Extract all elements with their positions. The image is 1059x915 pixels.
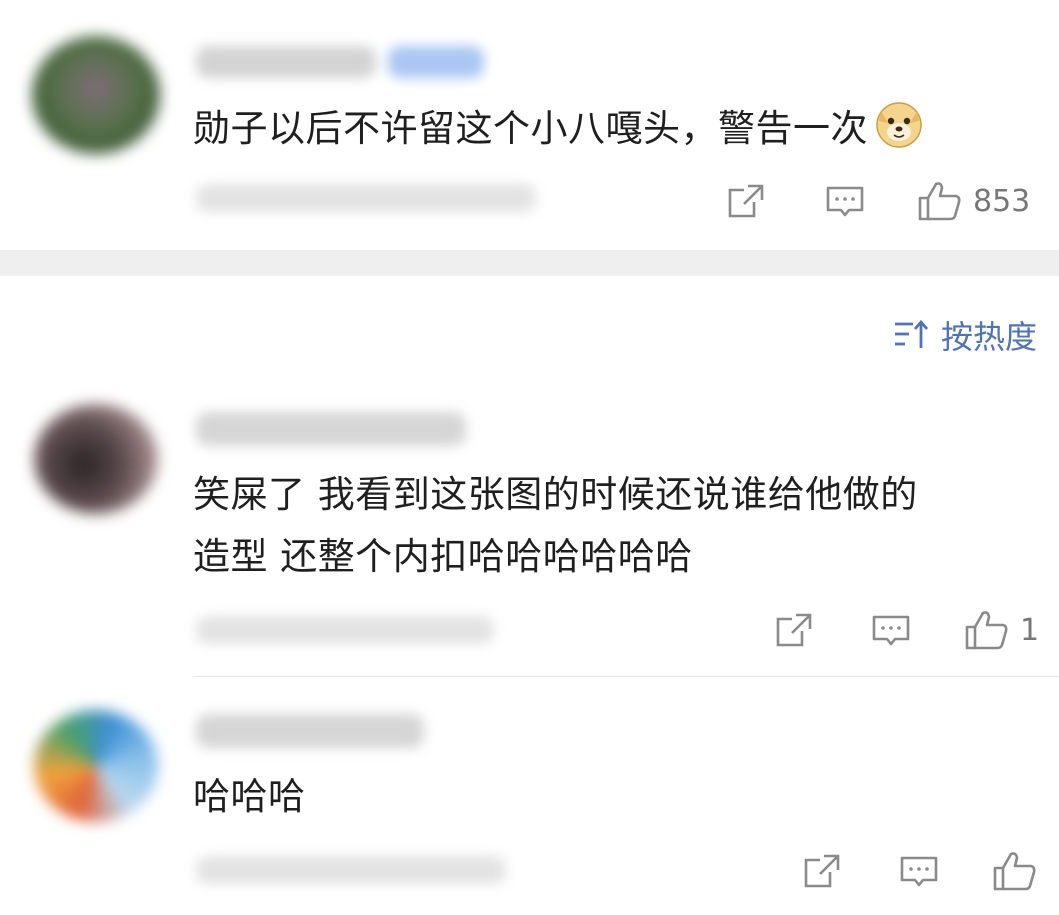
doge-emoji-icon (876, 102, 922, 148)
sort-label: 按热度 (940, 318, 1037, 356)
thumbs-up-icon (918, 182, 961, 221)
comment-body: 勋子以后不许留这个小八嘎头，警告一次 (193, 107, 868, 150)
like-count: 853 (973, 183, 1031, 219)
username-blurred[interactable] (196, 714, 424, 748)
share-icon (776, 613, 812, 647)
comment-body: 哈哈哈 (193, 775, 306, 818)
comment-text: 笑屎了 我看到这张图的时候还说谁给他做的 造型 还整个内扣哈哈哈哈哈哈 (193, 464, 918, 588)
timestamp-blurred (196, 856, 506, 884)
username-blurred[interactable] (196, 412, 466, 446)
timestamp-blurred (196, 616, 494, 644)
sort-icon (894, 319, 929, 348)
username-blurred[interactable] (196, 46, 376, 78)
comment-icon (826, 186, 864, 217)
comment-body-line-1: 笑屎了 我看到这张图的时候还说谁给他做的 (193, 473, 918, 516)
share-icon (804, 854, 840, 888)
comment-body-line-2: 造型 还整个内扣哈哈哈哈哈哈 (193, 535, 693, 578)
thumbs-up-icon (965, 611, 1008, 650)
share-button[interactable] (802, 852, 842, 890)
reply-button[interactable] (825, 184, 865, 222)
like-button[interactable]: 1 (964, 609, 1039, 651)
comment-text: 勋子以后不许留这个小八嘎头，警告一次 (193, 98, 924, 160)
avatar[interactable] (32, 36, 160, 154)
like-count: 1 (1020, 612, 1040, 648)
user-badge-blurred (388, 46, 484, 78)
section-divider (0, 250, 1059, 276)
avatar[interactable] (34, 404, 158, 514)
reply-button[interactable] (899, 854, 939, 892)
share-icon (728, 184, 764, 218)
comment-icon (872, 615, 910, 646)
reply-button[interactable] (871, 613, 911, 651)
like-button[interactable] (992, 850, 1048, 892)
timestamp-blurred (196, 184, 536, 212)
thumbs-up-icon (993, 852, 1036, 891)
share-button[interactable] (774, 611, 814, 649)
comment-icon (900, 856, 938, 887)
like-button[interactable]: 853 (917, 180, 1030, 222)
sort-button[interactable]: 按热度 (893, 312, 1037, 358)
comment-text: 哈哈哈 (193, 766, 306, 828)
share-button[interactable] (726, 182, 766, 220)
comment-divider (193, 676, 1059, 677)
avatar[interactable] (34, 710, 158, 822)
